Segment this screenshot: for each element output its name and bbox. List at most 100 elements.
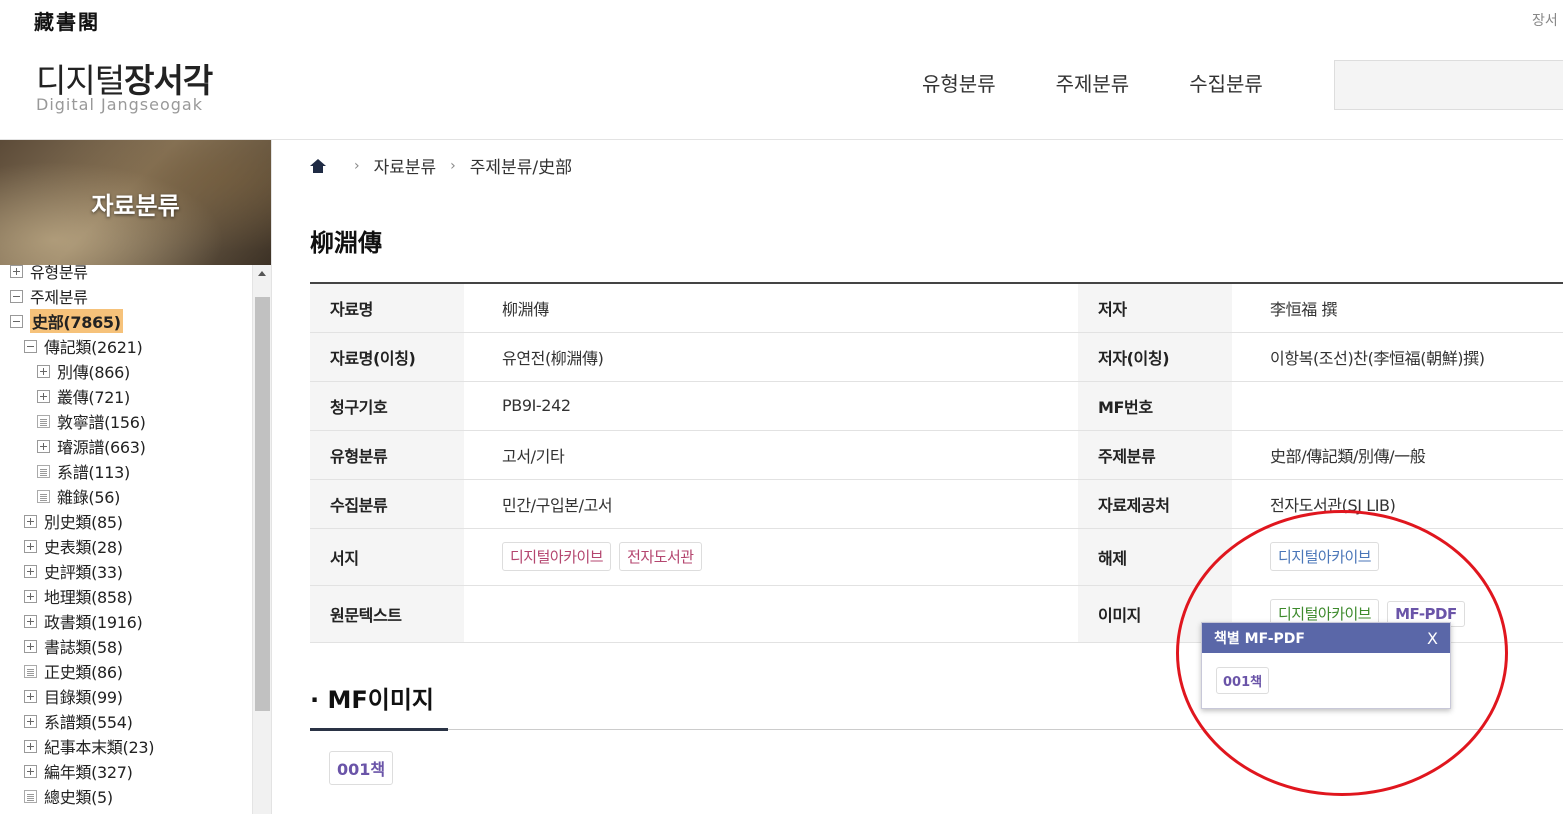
mf-pdf-popup: 책별 MF-PDF X 001책 [1201,622,1451,709]
tree-item[interactable]: 系譜(113) [37,460,130,482]
expand-plus-icon[interactable] [24,589,37,603]
breadcrumb-item-current[interactable]: 주제분류/史部 [470,153,572,178]
tree-item[interactable]: 敦寧譜(156) [37,410,146,432]
field-label: 자료제공처 [1078,479,1232,529]
expand-plus-icon[interactable] [24,514,37,528]
expand-plus-icon[interactable] [37,439,50,453]
tree-item[interactable]: 總史類(5) [24,785,113,807]
expand-plus-icon[interactable] [24,739,37,753]
nav-item-type[interactable]: 유형분류 [922,68,996,97]
category-tree: 유형분류주제분류 史部(7865) 傳記類(2621) 別傳(866) 叢傳(721) 敦… [0,265,252,814]
tree-item-label: 地理類(858) [44,588,133,607]
field-value: 李恒福 撰 [1232,283,1563,333]
tree-item[interactable]: 紀事本末類(23) [24,735,154,757]
document-icon [24,664,37,678]
collapse-minus-icon[interactable] [10,289,23,303]
commentary-digital-archive-button[interactable]: 디지털아카이브 [1270,542,1380,571]
close-icon[interactable]: X [1427,629,1438,648]
tree-item-label: 編年類(327) [44,763,133,782]
tree-item[interactable]: 傳記類(2621) [24,335,143,357]
tree-item-label: 주제분류 [30,288,88,307]
tree-item[interactable]: 系譜類(554) [24,710,133,732]
field-label: 주제분류 [1078,430,1232,480]
scroll-up-arrow-icon[interactable] [258,271,266,276]
table-row: 유형분류 고서/기타 주제분류 史部/傳記類/別傳/一般 [310,430,1563,480]
tree-item[interactable]: 史部(7865) [10,309,123,333]
field-label: 해제 [1078,528,1232,586]
field-value: 史部/傳記類/別傳/一般 [1232,430,1563,480]
document-icon [37,489,50,503]
expand-plus-icon[interactable] [24,539,37,553]
logo-hanja[interactable]: 藏書閣 [34,6,100,35]
tree-item[interactable]: 雜錄(56) [37,485,120,507]
popup-volume-button[interactable]: 001책 [1216,667,1270,694]
tree-item-label: 政書類(1916) [44,613,143,632]
field-value [464,585,1078,643]
tree-item[interactable]: 地理類(858) [24,585,133,607]
field-value: 이항복(조선)찬(李恒福(朝鮮)撰) [1232,332,1563,382]
field-label: MF번호 [1078,381,1232,431]
tree-item[interactable]: 璿源譜(663) [37,435,146,457]
tree-item[interactable]: 주제분류 [10,285,88,307]
field-value: 柳淵傳 [464,283,1078,333]
bibliography-digital-archive-button[interactable]: 디지털아카이브 [502,542,612,571]
tree-item-label: 系譜類(554) [44,713,133,732]
breadcrumb: › 자료분류 › 주제분류/史部 [310,153,572,178]
tree-item-label: 別傳(866) [57,363,130,382]
expand-plus-icon[interactable] [37,364,50,378]
expand-plus-icon[interactable] [37,389,50,403]
tree-item-label: 系譜(113) [57,463,130,482]
tree-item-label: 璿源譜(663) [57,438,146,457]
expand-plus-icon[interactable] [24,764,37,778]
tree-item-label: 史表類(28) [44,538,123,557]
search-input[interactable] [1334,60,1563,110]
tree-item[interactable]: 政書類(1916) [24,610,143,632]
tree-item-label: 傳記類(2621) [44,338,143,357]
tree-item[interactable]: 書誌類(58) [24,635,123,657]
field-value [1232,381,1563,431]
tree-item[interactable]: 別傳(866) [37,360,130,382]
expand-plus-icon[interactable] [24,639,37,653]
main-nav: 유형분류 주제분류 수집분류 [922,68,1263,97]
tree-item-label: 敦寧譜(156) [57,413,146,432]
tree-item[interactable]: 史表類(28) [24,535,123,557]
expand-plus-icon[interactable] [10,265,23,278]
tree-item[interactable]: 目錄類(99) [24,685,123,707]
tree-item[interactable]: 史評類(33) [24,560,123,582]
mf-volume-button[interactable]: 001책 [329,751,394,785]
nav-item-subject[interactable]: 주제분류 [1056,68,1130,97]
field-value: 유연전(柳淵傳) [464,332,1078,382]
tree-item[interactable]: 編年類(327) [24,760,133,782]
tree-item[interactable]: 正史類(86) [24,660,123,682]
document-icon [24,789,37,803]
home-icon[interactable] [310,158,326,173]
field-label: 자료명(이칭) [310,332,464,382]
tree-item[interactable]: 叢傳(721) [37,385,130,407]
tree-item[interactable]: 유형분류 [10,265,88,282]
expand-plus-icon[interactable] [24,714,37,728]
field-label: 유형분류 [310,430,464,480]
expand-plus-icon[interactable] [24,614,37,628]
expand-plus-icon[interactable] [24,564,37,578]
sidebar-title: 자료분류 [91,192,180,220]
tree-item[interactable]: 別史類(85) [24,510,123,532]
field-value: 민간/구입본/고서 [464,479,1078,529]
field-label: 수집분류 [310,479,464,529]
tree-item-label: 史評類(33) [44,563,123,582]
tree-item-label: 書誌類(58) [44,638,123,657]
tree-scrollbar[interactable] [252,265,271,814]
collapse-minus-icon[interactable] [24,339,37,353]
tree-item-label: 雜錄(56) [57,488,121,507]
breadcrumb-item-classification[interactable]: 자료분류 [374,153,437,178]
table-row: 자료명 柳淵傳 저자 李恒福 撰 [310,283,1563,333]
bibliography-e-library-button[interactable]: 전자도서관 [619,542,702,571]
expand-plus-icon[interactable] [24,689,37,703]
field-label: 저자 [1078,283,1232,333]
collapse-minus-icon[interactable] [10,314,23,328]
scroll-thumb[interactable] [255,297,270,711]
tree-item-label: 總史類(5) [44,788,113,807]
top-right-link[interactable]: 장서 [1532,10,1558,30]
field-value: PB9I-242 [464,381,1078,431]
popup-title: 책별 MF-PDF [1214,631,1305,647]
nav-item-collection[interactable]: 수집분류 [1189,68,1263,97]
